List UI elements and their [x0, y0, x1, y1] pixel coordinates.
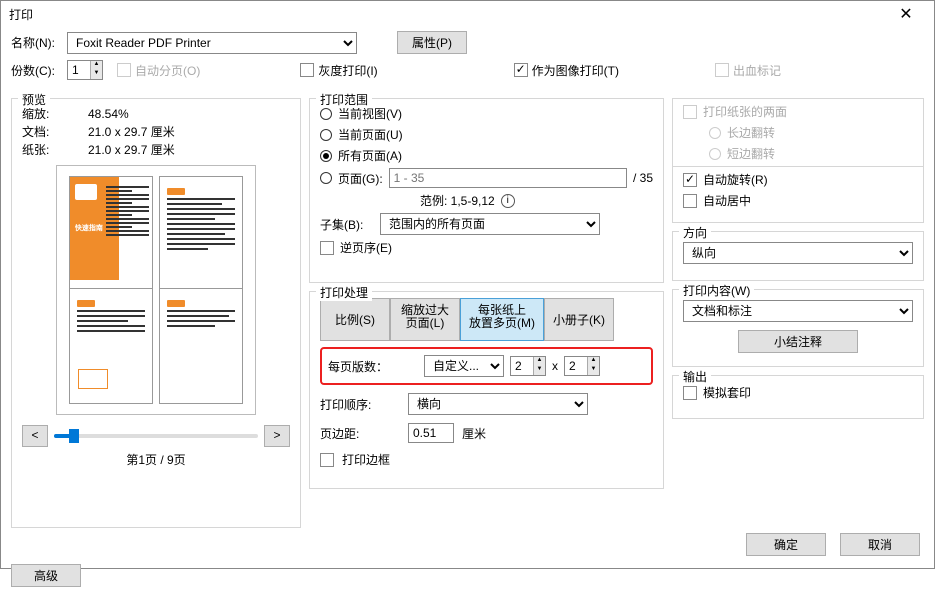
print-what-select[interactable]: 文档和标注	[683, 300, 913, 322]
next-page-button[interactable]: >	[264, 425, 290, 447]
prev-page-button[interactable]: <	[22, 425, 48, 447]
per-sheet-highlight: 每页版数： 自定义... ▲▼ x ▲▼	[320, 347, 653, 385]
simulate-overprint-checkbox[interactable]	[683, 386, 697, 400]
cols-spinner[interactable]: ▲▼	[510, 356, 546, 376]
printer-select[interactable]: Foxit Reader PDF Printer	[67, 32, 357, 54]
all-pages-radio[interactable]	[320, 150, 332, 162]
handling-tabs: 比例(S) 缩放过大页面(L) 每张纸上放置多页(M) 小册子(K)	[320, 298, 653, 341]
auto-rotate-checkbox[interactable]: ✓	[683, 173, 697, 187]
advanced-button[interactable]: 高级	[11, 564, 81, 587]
paper-size: 21.0 x 29.7 厘米	[88, 141, 175, 159]
bleed-checkbox	[715, 63, 729, 77]
page-indicator: 第1页 / 9页	[22, 451, 290, 468]
margin-input[interactable]	[408, 423, 454, 443]
copies-spinner[interactable]: ▲▼	[67, 60, 103, 80]
collate-label: 自动分页(O)	[135, 62, 200, 79]
window-title: 打印	[9, 6, 33, 23]
as-image-checkbox[interactable]: ✓	[514, 63, 528, 77]
collate-checkbox	[117, 63, 131, 77]
zoom-value: 48.54%	[88, 105, 129, 123]
chevron-up-icon[interactable]: ▲	[90, 61, 102, 70]
print-order-select[interactable]: 横向	[408, 393, 588, 415]
long-edge-radio	[709, 127, 721, 139]
duplex-checkbox	[683, 105, 697, 119]
orientation-select[interactable]: 纵向	[683, 242, 913, 264]
current-page-radio[interactable]	[320, 129, 332, 141]
pages-total: / 35	[633, 171, 653, 185]
tab-scale[interactable]: 比例(S)	[320, 298, 390, 341]
doc-size: 21.0 x 29.7 厘米	[88, 123, 175, 141]
subset-select[interactable]: 范围内的所有页面	[380, 213, 600, 235]
as-image-label: 作为图像打印(T)	[532, 62, 619, 79]
title-bar: 打印 ✕	[1, 1, 934, 27]
per-sheet-select[interactable]: 自定义...	[424, 355, 504, 377]
cancel-button[interactable]: 取消	[840, 533, 920, 556]
print-handling-group: 打印处理 比例(S) 缩放过大页面(L) 每张纸上放置多页(M) 小册子(K) …	[309, 291, 664, 489]
preview-group: 预览 缩放:48.54% 文档:21.0 x 29.7 厘米 纸张:21.0 x…	[11, 98, 301, 528]
properties-button[interactable]: 属性(P)	[397, 31, 467, 54]
printer-name-label: 名称(N):	[11, 34, 61, 51]
short-edge-radio	[709, 148, 721, 160]
orientation-group: 方向 纵向	[672, 231, 924, 281]
pages-radio[interactable]	[320, 172, 332, 184]
close-icon[interactable]: ✕	[886, 4, 926, 24]
preview-canvas: 快速指南	[56, 165, 256, 415]
reverse-checkbox[interactable]	[320, 241, 334, 255]
print-what-group: 打印内容(W) 文档和标注 小结注释	[672, 289, 924, 367]
chevron-down-icon[interactable]: ▼	[90, 70, 102, 79]
output-group: 输出 模拟套印	[672, 375, 924, 419]
bleed-label: 出血标记	[733, 62, 781, 79]
summary-button[interactable]: 小结注释	[738, 330, 858, 353]
printer-section: 名称(N): Foxit Reader PDF Printer 属性(P) 份数…	[11, 31, 924, 92]
current-view-radio[interactable]	[320, 108, 332, 120]
doc-label: 文档:	[22, 123, 88, 141]
grayscale-checkbox[interactable]	[300, 63, 314, 77]
tab-multi[interactable]: 每张纸上放置多页(M)	[460, 298, 544, 341]
grayscale-label: 灰度打印(I)	[318, 62, 377, 79]
copies-label: 份数(C):	[11, 62, 61, 79]
ok-button[interactable]: 确定	[746, 533, 826, 556]
tab-booklet[interactable]: 小册子(K)	[544, 298, 614, 341]
pages-input[interactable]	[389, 168, 627, 188]
paper-label: 纸张:	[22, 141, 88, 159]
auto-center-checkbox[interactable]	[683, 194, 697, 208]
print-range-group: 打印范围 当前视图(V) 当前页面(U) 所有页面(A) 页面(G): / 35…	[309, 98, 664, 283]
print-border-checkbox[interactable]	[320, 453, 334, 467]
page-slider[interactable]	[54, 434, 258, 438]
rows-spinner[interactable]: ▲▼	[564, 356, 600, 376]
tab-fit[interactable]: 缩放过大页面(L)	[390, 298, 460, 341]
duplex-group: 打印纸张的两面 长边翻转 短边翻转 ✓自动旋转(R) 自动居中	[672, 98, 924, 223]
preview-title: 预览	[18, 91, 50, 108]
info-icon[interactable]: i	[501, 194, 515, 208]
